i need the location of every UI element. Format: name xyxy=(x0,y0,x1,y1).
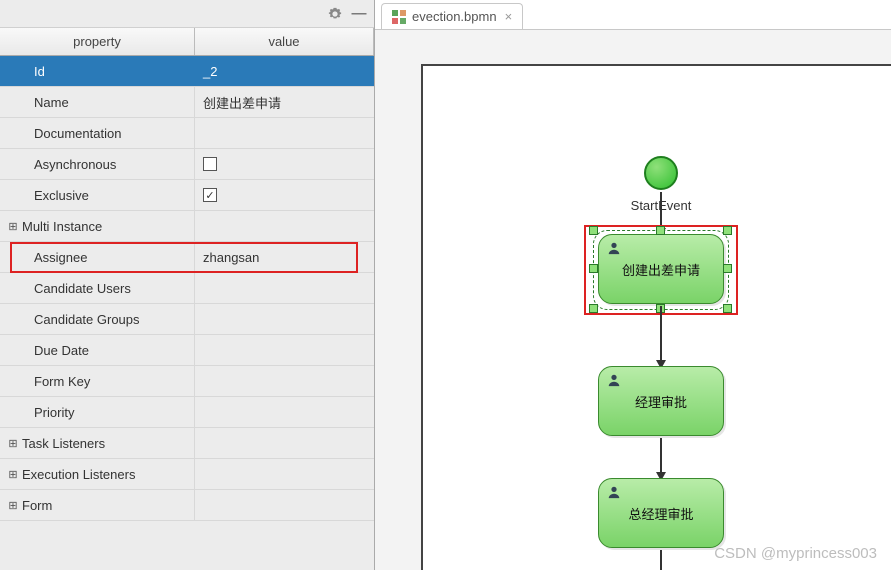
prop-label: Execution Listeners xyxy=(22,467,135,482)
prop-label: Candidate Users xyxy=(34,281,131,296)
user-task-2[interactable]: 经理审批 xyxy=(598,366,724,436)
col-header-value[interactable]: value xyxy=(195,28,374,55)
row-assignee[interactable]: Assignee zhangsan xyxy=(0,242,374,273)
prop-label: Candidate Groups xyxy=(34,312,140,327)
resize-handle[interactable] xyxy=(589,226,598,235)
resize-handle[interactable] xyxy=(723,264,732,273)
prop-label: Due Date xyxy=(34,343,89,358)
expand-icon[interactable]: ⊞ xyxy=(6,437,20,450)
editor-tabbar: evection.bpmn × xyxy=(375,0,891,30)
row-task-listeners[interactable]: ⊞Task Listeners xyxy=(0,428,374,459)
resize-handle[interactable] xyxy=(723,226,732,235)
row-documentation[interactable]: Documentation xyxy=(0,118,374,149)
user-icon xyxy=(607,373,621,387)
col-header-property[interactable]: property xyxy=(0,28,195,55)
prop-label: Task Listeners xyxy=(22,436,105,451)
editor-area: evection.bpmn × StartEvent 创建出差申请 xyxy=(375,0,891,570)
user-icon xyxy=(607,241,621,255)
prop-label: Id xyxy=(34,64,45,79)
row-form-key[interactable]: Form Key xyxy=(0,366,374,397)
row-id[interactable]: Id _2 xyxy=(0,56,374,87)
checkbox-async[interactable] xyxy=(203,157,217,171)
panel-toolbar: — xyxy=(0,0,374,28)
prop-label: Priority xyxy=(34,405,74,420)
prop-label: Form xyxy=(22,498,52,513)
row-asynchronous[interactable]: Asynchronous xyxy=(0,149,374,180)
task-label: 创建出差申请 xyxy=(622,260,700,279)
sequence-flow[interactable] xyxy=(660,306,662,364)
tab-filename: evection.bpmn xyxy=(412,9,497,24)
user-icon xyxy=(607,485,621,499)
properties-panel: — property value Id _2 Name 创建出差申请 Docum… xyxy=(0,0,375,570)
expand-icon[interactable]: ⊞ xyxy=(6,468,20,481)
resize-handle[interactable] xyxy=(589,304,598,313)
row-candidate-users[interactable]: Candidate Users xyxy=(0,273,374,304)
checkbox-exclusive[interactable]: ✓ xyxy=(203,188,217,202)
gear-icon[interactable] xyxy=(326,5,344,23)
row-exclusive[interactable]: Exclusive ✓ xyxy=(0,180,374,211)
resize-handle[interactable] xyxy=(656,226,665,235)
row-candidate-groups[interactable]: Candidate Groups xyxy=(0,304,374,335)
user-task-1[interactable]: 创建出差申请 xyxy=(598,234,724,304)
diagram-canvas[interactable]: StartEvent 创建出差申请 xyxy=(375,30,891,570)
diagram-page: StartEvent 创建出差申请 xyxy=(421,64,891,570)
close-icon[interactable]: × xyxy=(505,9,513,24)
prop-label: Exclusive xyxy=(34,188,89,203)
task-label: 总经理审批 xyxy=(628,504,693,523)
row-priority[interactable]: Priority xyxy=(0,397,374,428)
prop-label: Form Key xyxy=(34,374,90,389)
prop-label: Name xyxy=(34,95,69,110)
task-label: 经理审批 xyxy=(635,392,687,411)
prop-value[interactable]: _2 xyxy=(203,64,217,79)
prop-value[interactable]: zhangsan xyxy=(203,250,259,265)
row-form[interactable]: ⊞Form xyxy=(0,490,374,521)
prop-label: Assignee xyxy=(34,250,87,265)
sequence-flow[interactable] xyxy=(660,438,662,476)
row-execution-listeners[interactable]: ⊞Execution Listeners xyxy=(0,459,374,490)
row-multi-instance[interactable]: ⊞Multi Instance xyxy=(0,211,374,242)
sequence-flow[interactable] xyxy=(660,550,662,570)
user-task-3[interactable]: 总经理审批 xyxy=(598,478,724,548)
expand-icon[interactable]: ⊞ xyxy=(6,220,20,233)
start-event[interactable] xyxy=(644,156,678,190)
resize-handle[interactable] xyxy=(589,264,598,273)
minimize-icon[interactable]: — xyxy=(350,5,368,23)
grid-header: property value xyxy=(0,28,374,56)
row-name[interactable]: Name 创建出差申请 xyxy=(0,87,374,118)
bpmn-file-icon xyxy=(392,10,406,24)
prop-label: Asynchronous xyxy=(34,157,116,172)
row-due-date[interactable]: Due Date xyxy=(0,335,374,366)
editor-tab[interactable]: evection.bpmn × xyxy=(381,3,523,29)
prop-label: Multi Instance xyxy=(22,219,102,234)
expand-icon[interactable]: ⊞ xyxy=(6,499,20,512)
resize-handle[interactable] xyxy=(723,304,732,313)
prop-value[interactable]: 创建出差申请 xyxy=(203,93,281,112)
prop-label: Documentation xyxy=(34,126,121,141)
